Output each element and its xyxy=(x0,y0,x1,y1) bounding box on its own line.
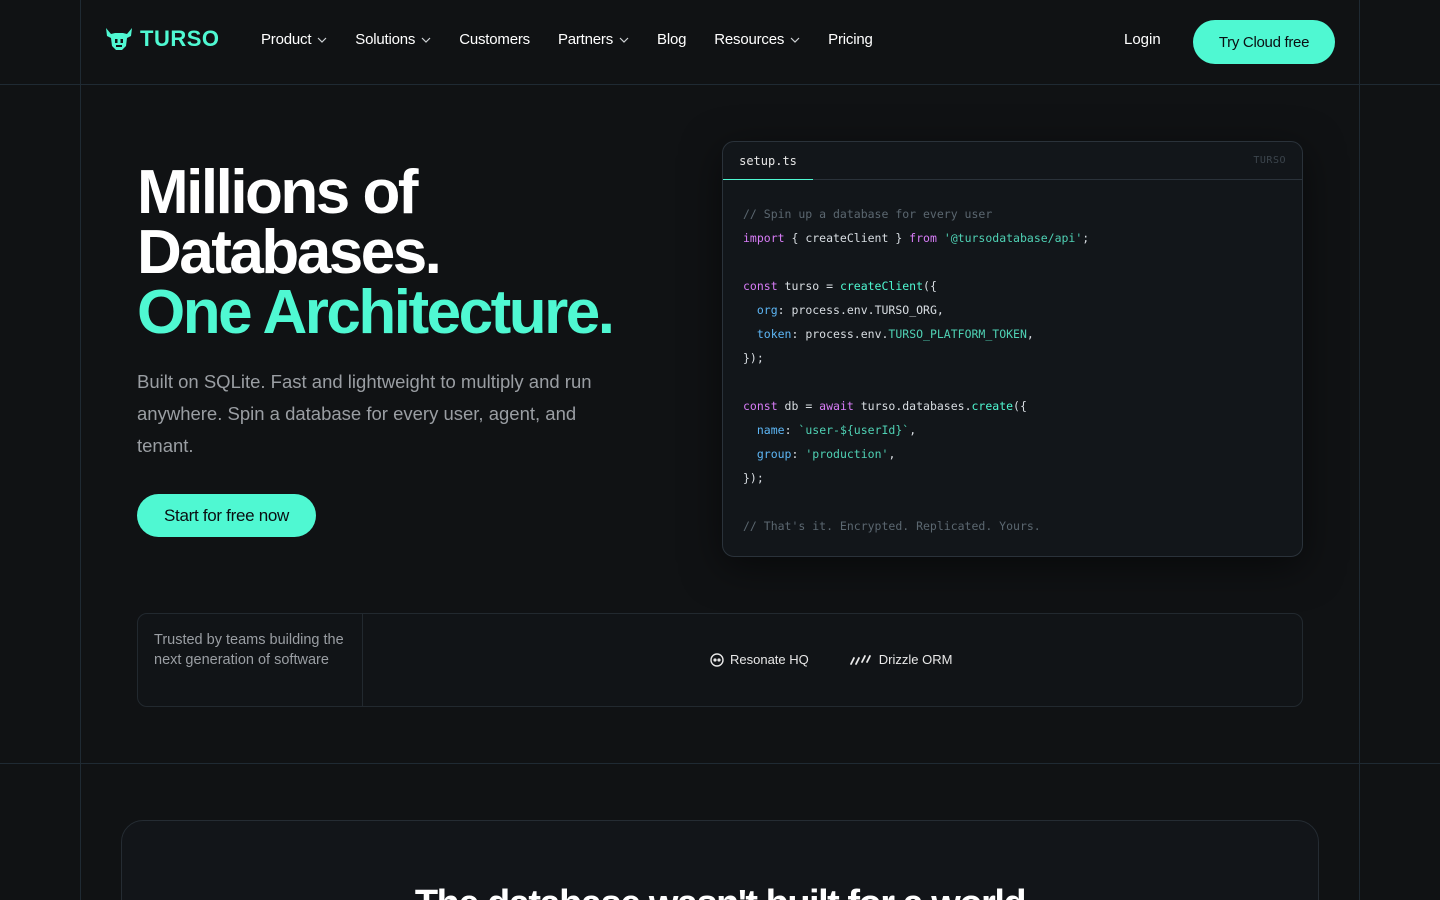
nav-item-partners[interactable]: Partners xyxy=(558,31,629,48)
try-cloud-free-button[interactable]: Try Cloud free xyxy=(1193,20,1335,64)
code-tab-setup[interactable]: setup.ts xyxy=(723,142,813,180)
chevron-down-icon xyxy=(619,37,629,43)
customer-logo-name: Resonate HQ xyxy=(730,652,809,667)
brand-logo[interactable]: TURSO xyxy=(104,26,220,52)
customer-logos: Resonate HQ Drizzle ORM xyxy=(710,652,952,667)
nav-item-blog[interactable]: Blog xyxy=(657,31,686,48)
trusted-by-section: Trusted by teams building the next gener… xyxy=(137,613,1303,707)
nav-item-customers[interactable]: Customers xyxy=(459,31,530,48)
code-line: group: 'production', xyxy=(756,447,896,461)
code-line: const turso = createClient({ xyxy=(743,279,937,293)
resonate-icon xyxy=(710,652,724,667)
grid-line xyxy=(1359,0,1360,900)
trusted-by-label: Trusted by teams building the next gener… xyxy=(138,614,363,706)
top-navigation: TURSO Product Solutions Customers Partne… xyxy=(0,0,1440,84)
nav-item-label: Pricing xyxy=(828,31,873,48)
nav-item-label: Partners xyxy=(557,31,614,48)
feature-section-card: The database wasn't built for a world xyxy=(121,820,1319,900)
nav-item-label: Solutions xyxy=(355,31,416,48)
start-for-free-button[interactable]: Start for free now xyxy=(137,494,316,537)
nav-item-label: Blog xyxy=(657,31,687,48)
nav-item-label: Resources xyxy=(714,31,785,48)
chevron-down-icon xyxy=(317,37,327,43)
drizzle-icon xyxy=(849,654,871,665)
code-line: // Spin up a database for every user xyxy=(743,207,993,221)
code-line: name: `user-${userId}`, xyxy=(756,423,917,437)
nav-item-label: Product xyxy=(261,31,312,48)
code-card: setup.ts TURSO // Spin up a database for… xyxy=(722,141,1303,557)
grid-line xyxy=(0,84,1440,85)
nav-item-resources[interactable]: Resources xyxy=(714,31,800,48)
code-line: // That's it. Encrypted. Replicated. You… xyxy=(743,519,1041,533)
nav-links: Product Solutions Customers Partners Blo… xyxy=(261,31,901,48)
section-title: The database wasn't built for a world xyxy=(122,883,1318,900)
grid-line xyxy=(0,763,1440,764)
customer-logo-name: Drizzle ORM xyxy=(878,652,953,667)
code-line: org: process.env.TURSO_ORG, xyxy=(756,303,944,317)
hero-title-line: Millions of xyxy=(137,158,419,227)
code-block: // Spin up a database for every user impo… xyxy=(743,202,1089,538)
hero-title-accent: One Architecture. xyxy=(137,278,615,347)
nav-item-label: Customers xyxy=(459,31,530,48)
nav-item-pricing[interactable]: Pricing xyxy=(828,31,873,48)
hero-subtitle: Built on SQLite. Fast and lightweight to… xyxy=(137,371,592,456)
bull-head-icon xyxy=(106,28,132,50)
brand-name: TURSO xyxy=(140,26,220,51)
chevron-down-icon xyxy=(790,37,800,43)
chevron-down-icon xyxy=(421,37,431,43)
nav-item-product[interactable]: Product xyxy=(261,31,327,48)
login-link[interactable]: Login xyxy=(1124,31,1161,48)
customer-logo-resonate: Resonate HQ xyxy=(710,652,809,667)
code-line: const db = await turso.databases.create(… xyxy=(743,399,1027,413)
code-line: }); xyxy=(743,351,764,365)
code-line: token: process.env.TURSO_PLATFORM_TOKEN, xyxy=(756,327,1034,341)
code-brand-label: TURSO xyxy=(1253,155,1286,166)
code-line: import { createClient } from '@tursodata… xyxy=(743,231,1090,245)
hero-title: Millions of Databases. One Architecture. xyxy=(137,158,615,347)
customer-logo-drizzle: Drizzle ORM xyxy=(849,652,953,667)
nav-item-solutions[interactable]: Solutions xyxy=(355,31,431,48)
code-line: }); xyxy=(743,471,764,485)
hero-title-line: Databases. xyxy=(137,218,442,287)
grid-line xyxy=(80,0,81,900)
code-tab-bar: setup.ts TURSO xyxy=(723,142,1302,180)
